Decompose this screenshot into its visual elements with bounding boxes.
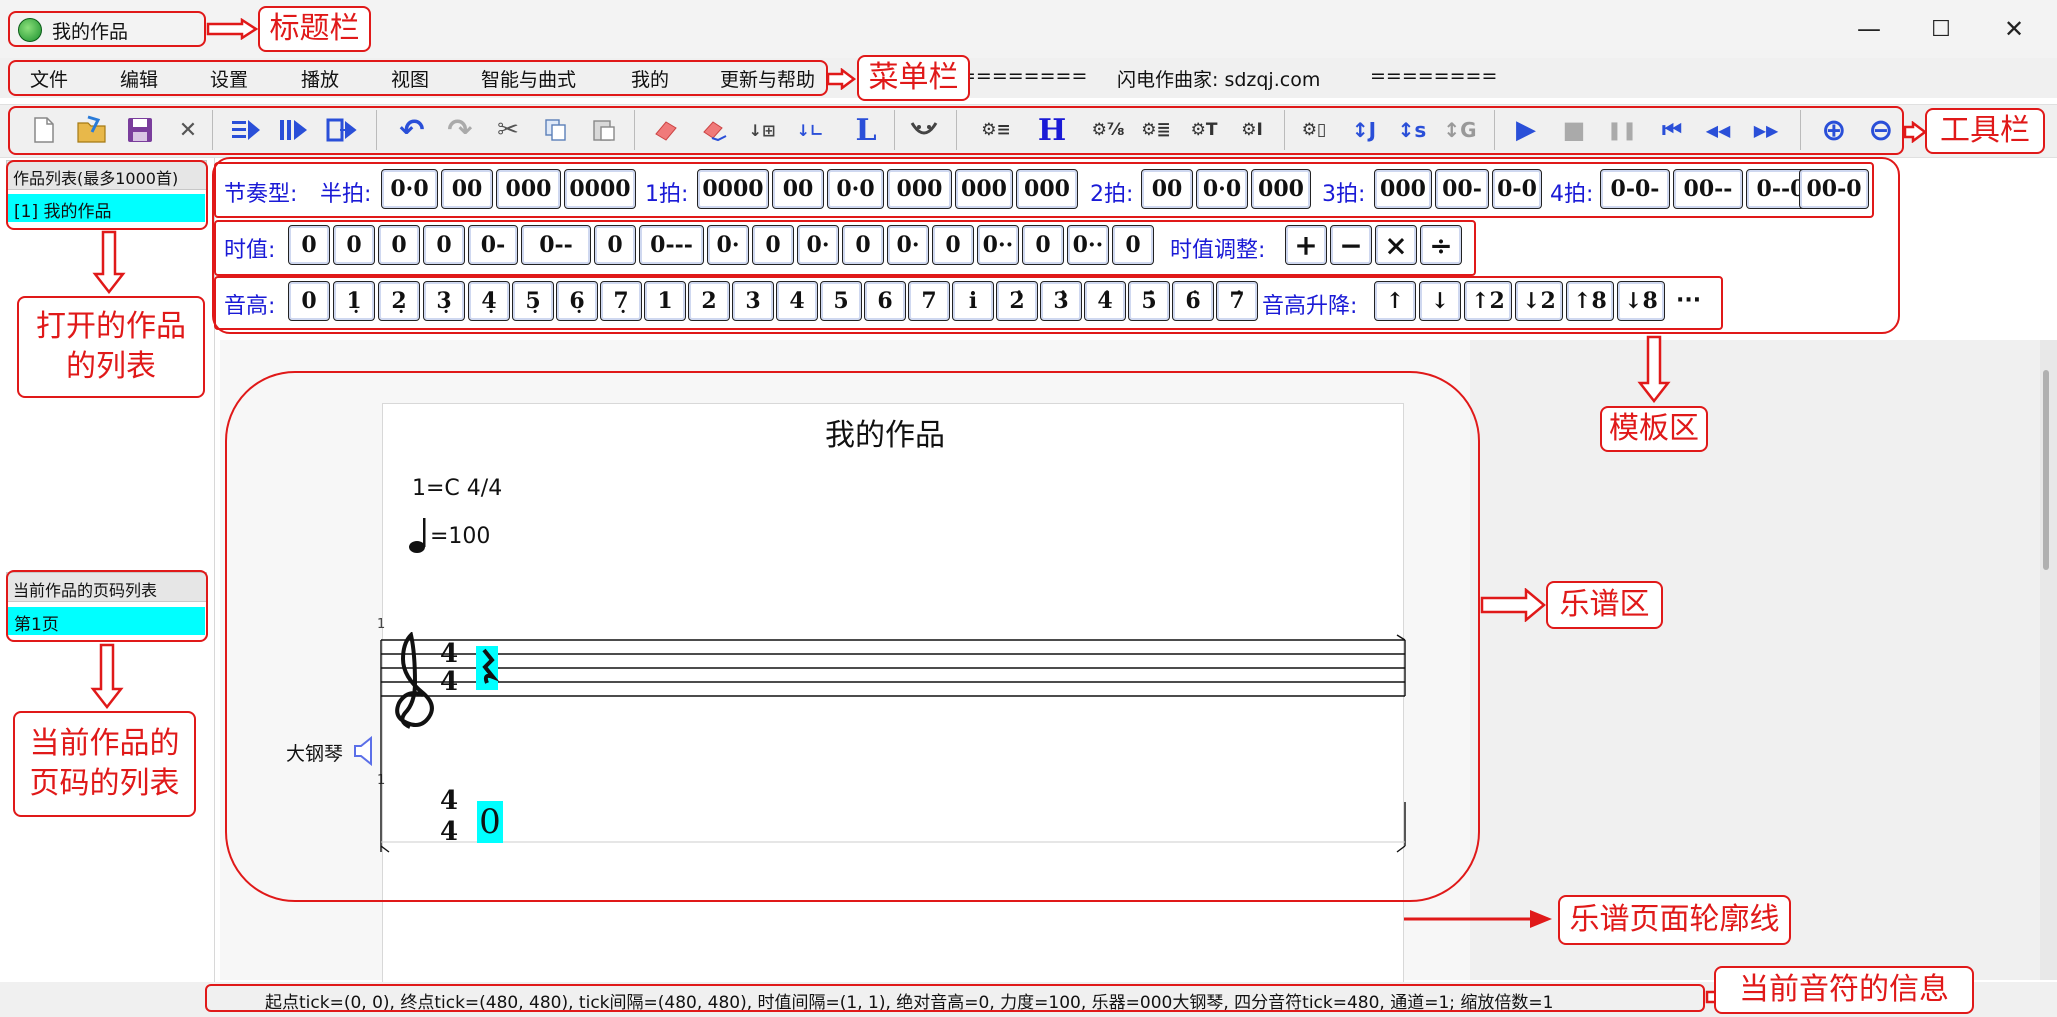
- annotation-pages-box: [6, 570, 208, 642]
- scrollbar-thumb[interactable]: [2043, 370, 2049, 570]
- annotation-down-arrow-icon: [92, 230, 126, 298]
- annotation-score-box: [225, 371, 1480, 902]
- annotation-titlebar-label: 标题栏: [258, 6, 371, 52]
- annotation-down-arrow-icon: [90, 643, 124, 713]
- menu-site-link[interactable]: 闪电作曲家: sdzqj.com: [1117, 65, 1320, 92]
- annotation-works-label: 打开的作品 的列表: [17, 296, 205, 398]
- close-window-button[interactable]: ✕: [1990, 10, 2038, 48]
- annotation-pages-label: 当前作品的 页码的列表: [13, 711, 196, 817]
- annotation-duration-row-box: [214, 220, 1476, 276]
- annotation-toolbar-box: [8, 106, 1904, 155]
- annotation-score-label: 乐谱区: [1546, 581, 1663, 629]
- menu-separator-right: ========: [1370, 65, 1498, 87]
- annotation-pitch-row-box: [214, 276, 1723, 330]
- annotation-menubar-label: 菜单栏: [857, 55, 970, 101]
- annotation-arrow-icon: [1903, 120, 1928, 147]
- menu-separator-left: ========: [960, 65, 1088, 87]
- minimize-button[interactable]: —: [1845, 10, 1893, 48]
- annotation-titlebar-box: [8, 11, 206, 47]
- annotation-menubar-box: [8, 60, 828, 96]
- note-info-status: 起点tick=(0, 0), 终点tick=(480, 480), tick间隔…: [205, 984, 1705, 1012]
- annotation-page-outline-label: 乐谱页面轮廓线: [1558, 895, 1791, 945]
- maximize-button[interactable]: ☐: [1917, 10, 1965, 48]
- annotation-arrow-icon: [826, 67, 857, 94]
- annotation-thin-arrow-icon: [1404, 909, 1556, 933]
- annotation-template-label: 模板区: [1600, 406, 1708, 452]
- annotation-toolbar-label: 工具栏: [1925, 108, 2045, 154]
- annotation-down-arrow-icon: [1637, 335, 1671, 407]
- annotation-works-box: [6, 160, 208, 230]
- annotation-note-info-label: 当前音符的信息: [1714, 966, 1974, 1014]
- right-margin-area: [1470, 340, 2040, 980]
- annotation-rhythm-row-box: [214, 162, 1874, 218]
- annotation-arrow-icon: [206, 17, 259, 44]
- annotation-arrow-icon: [1480, 587, 1546, 626]
